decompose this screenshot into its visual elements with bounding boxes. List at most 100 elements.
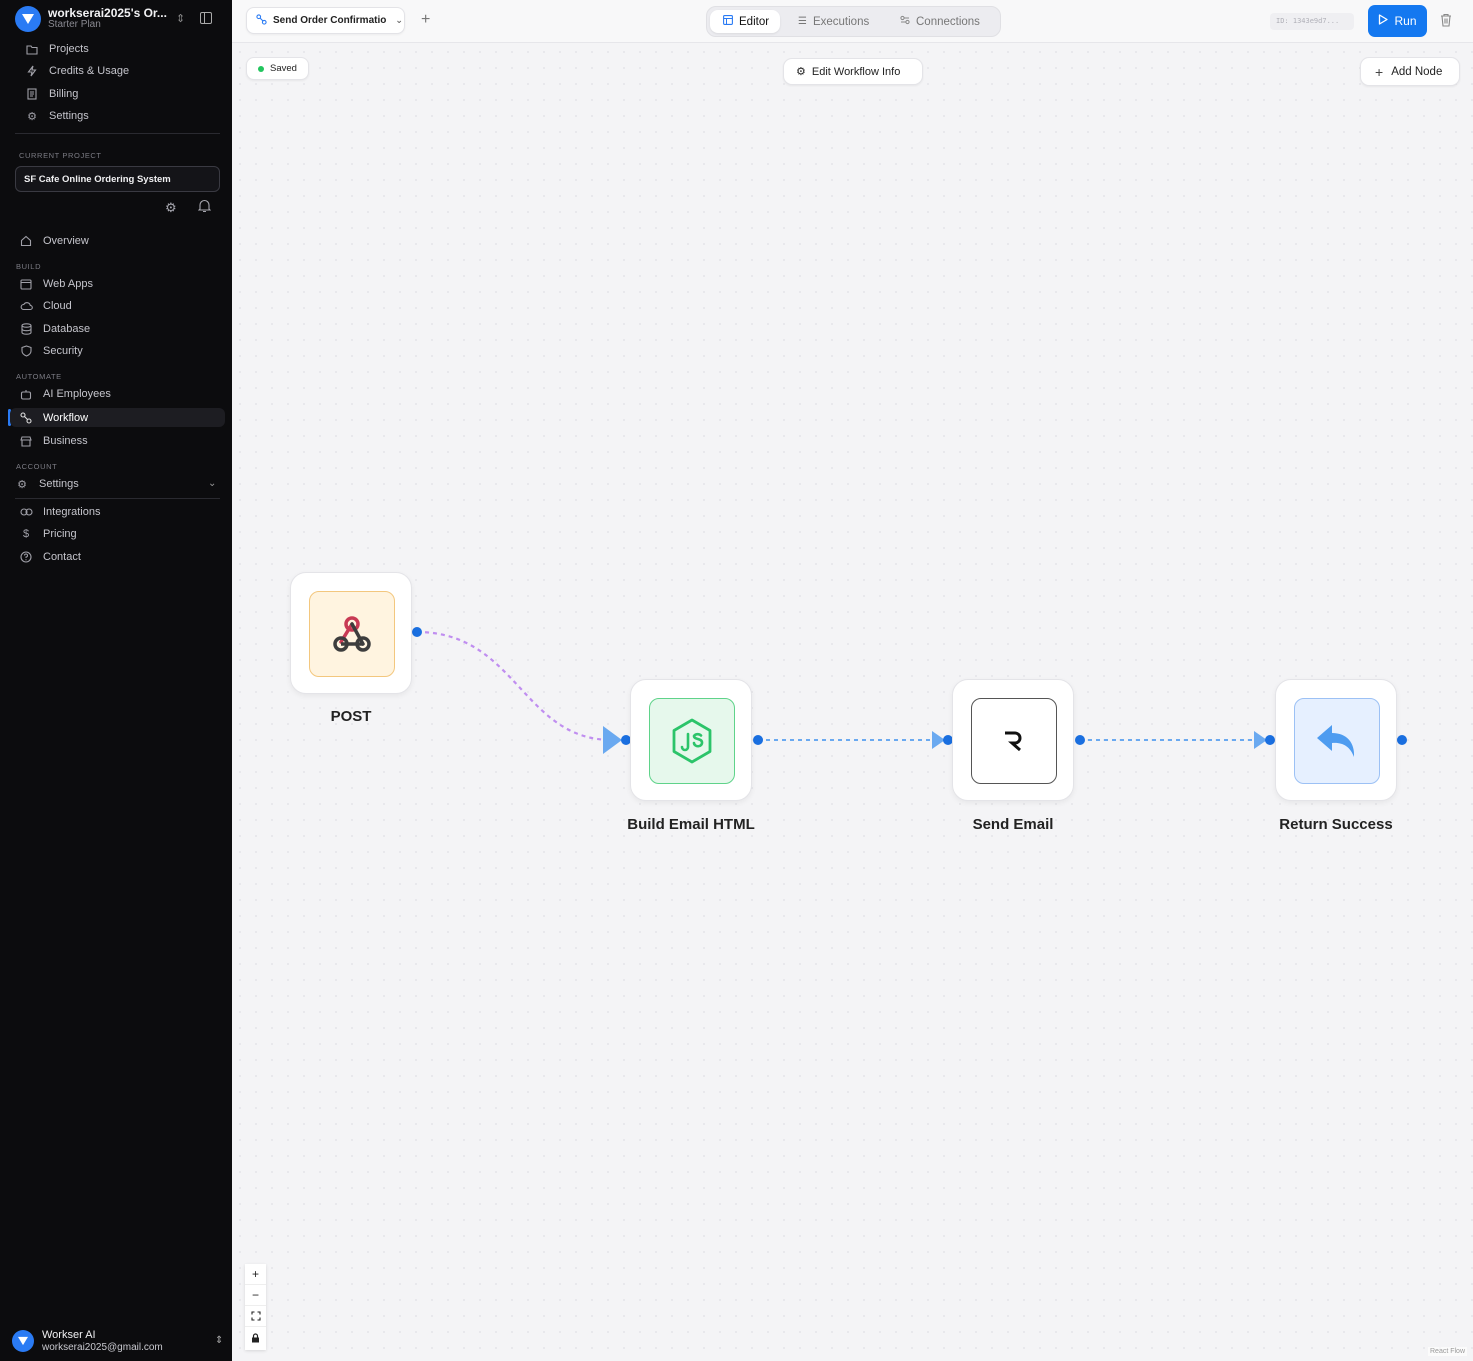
run-label: Run: [1394, 14, 1417, 28]
tab-editor[interactable]: Editor: [710, 10, 781, 33]
workflow-id[interactable]: ID: 1343e9d7...: [1270, 13, 1354, 30]
org-plan: Starter Plan: [48, 19, 101, 30]
add-tab-button[interactable]: +: [421, 11, 430, 29]
sidebar-item-security[interactable]: Security: [10, 341, 225, 361]
sidebar-item-label: Pricing: [43, 528, 77, 540]
trash-icon[interactable]: [1440, 13, 1454, 29]
sidebar-item-label: Contact: [43, 551, 81, 563]
store-icon: [19, 434, 33, 448]
shield-icon: [19, 344, 33, 358]
fit-view-button[interactable]: [245, 1306, 266, 1327]
node-label-build-email-html: Build Email HTML: [627, 816, 755, 833]
workflow-tab-label: Send Order Confirmatio: [273, 15, 387, 26]
sidebar-item-label: Settings: [39, 478, 79, 490]
gear-icon: ⚙: [17, 478, 27, 491]
layout-icon: [723, 15, 733, 28]
top-bar: Send Order Confirmatio ⌄ + Editor ☰ Execu…: [232, 0, 1473, 43]
sidebar-item-integrations[interactable]: Integrations: [10, 502, 225, 522]
edge-arrow-icon: [603, 726, 622, 754]
tab-connections[interactable]: Connections: [900, 10, 980, 33]
sidebar-item-credits[interactable]: Credits & Usage: [10, 61, 225, 81]
sidebar-item-projects[interactable]: Projects: [10, 39, 225, 59]
canvas-controls: + −: [245, 1264, 266, 1350]
node-post[interactable]: [290, 572, 412, 694]
current-project-selector[interactable]: SF Cafe Online Ordering System: [15, 166, 220, 192]
handle-return-out[interactable]: [1397, 735, 1407, 745]
sidebar-item-label: Overview: [43, 235, 89, 247]
list-icon: ☰: [798, 16, 807, 27]
sidebar-item-web-apps[interactable]: Web Apps: [10, 274, 225, 294]
dollar-icon: $: [22, 528, 30, 540]
sidebar-item-cloud[interactable]: Cloud: [10, 296, 225, 316]
sidebar-item-business[interactable]: Business: [10, 431, 225, 451]
cloud-icon: [19, 299, 33, 313]
user-menu[interactable]: Workser AI workserai2025@gmail.com ⇕: [12, 1329, 223, 1354]
avatar: [12, 1330, 34, 1352]
workflow-icon: [256, 13, 267, 28]
node-icon-box: [649, 698, 735, 784]
org-name: workserai2025's Or...: [48, 6, 167, 20]
sidebar-toggle-icon[interactable]: [200, 12, 212, 24]
chevron-down-icon: ⌄: [395, 15, 403, 25]
node-build-email-html[interactable]: [630, 679, 752, 801]
sidebar: workserai2025's Or... Starter Plan ⇕ Pro…: [0, 0, 232, 1361]
build-section-label: BUILD: [16, 262, 42, 271]
receipt-icon: [25, 87, 39, 101]
handle-return-in[interactable]: [1265, 735, 1275, 745]
sidebar-item-label: Settings: [49, 110, 89, 122]
view-switcher: Editor ☰ Executions Connections: [706, 6, 1001, 37]
tab-executions[interactable]: ☰ Executions: [798, 10, 869, 33]
folder-icon: [25, 42, 39, 56]
resend-icon: [1005, 731, 1022, 752]
bolt-icon: [25, 64, 39, 78]
sidebar-item-billing[interactable]: Billing: [10, 84, 225, 104]
node-icon-box: [971, 698, 1057, 784]
sidebar-item-database[interactable]: Database: [10, 319, 225, 339]
workflow-tab[interactable]: Send Order Confirmatio ⌄: [246, 7, 405, 34]
tab-label: Connections: [916, 15, 980, 28]
node-icon-box: [1294, 698, 1380, 784]
lock-icon[interactable]: [245, 1327, 266, 1348]
reply-icon: [1317, 725, 1355, 757]
sidebar-item-workflow[interactable]: Workflow: [10, 408, 225, 427]
sidebar-item-label: AI Employees: [43, 388, 111, 400]
play-icon: [1378, 14, 1389, 28]
sidebar-item-settings[interactable]: ⚙ Settings: [10, 106, 225, 126]
sidebar-item-ai-employees[interactable]: AI Employees: [10, 384, 225, 404]
workflow-canvas[interactable]: Saved ⚙ Edit Workflow Info + Add Node PO…: [232, 44, 1473, 1361]
sidebar-item-label: Billing: [49, 88, 79, 100]
sidebar-item-contact[interactable]: Contact: [10, 547, 225, 567]
sidebar-item-label: Database: [43, 323, 91, 335]
node-label-return-success: Return Success: [1279, 816, 1393, 833]
zoom-in-button[interactable]: +: [245, 1264, 266, 1285]
bell-icon[interactable]: [197, 199, 212, 216]
sidebar-item-label: Integrations: [43, 506, 101, 518]
node-send-email[interactable]: [952, 679, 1074, 801]
workflow-icon: [19, 411, 33, 425]
attribution[interactable]: React Flow: [1428, 1347, 1468, 1356]
sidebar-item-label: Web Apps: [43, 278, 93, 290]
sidebar-item-pricing[interactable]: $ Pricing: [10, 524, 225, 544]
database-icon: [19, 322, 33, 336]
node-return-success[interactable]: [1275, 679, 1397, 801]
sidebar-item-label: Credits & Usage: [49, 65, 130, 77]
chevron-down-icon[interactable]: ⌄: [208, 478, 216, 489]
handle-post-out[interactable]: [412, 627, 422, 637]
tab-label: Editor: [739, 15, 770, 28]
handle-send-out[interactable]: [1075, 735, 1085, 745]
nodejs-icon: [672, 718, 712, 764]
org-logo: [15, 6, 41, 32]
org-switcher[interactable]: workserai2025's Or... Starter Plan ⇕: [15, 6, 225, 34]
chevron-updown-icon[interactable]: ⇕: [176, 12, 185, 25]
project-settings-icon[interactable]: ⚙: [165, 200, 177, 216]
handle-build-out[interactable]: [753, 735, 763, 745]
sidebar-item-overview[interactable]: Overview: [10, 231, 225, 251]
node-label-post: POST: [330, 708, 372, 725]
zoom-out-button[interactable]: −: [245, 1285, 266, 1306]
gear-icon: ⚙: [27, 110, 37, 123]
chevron-updown-icon[interactable]: ⇕: [215, 1335, 223, 1346]
run-button[interactable]: Run: [1368, 5, 1427, 37]
divider: [15, 498, 220, 499]
robot-icon: [19, 387, 33, 401]
sidebar-item-account-settings[interactable]: ⚙ Settings: [7, 474, 222, 494]
